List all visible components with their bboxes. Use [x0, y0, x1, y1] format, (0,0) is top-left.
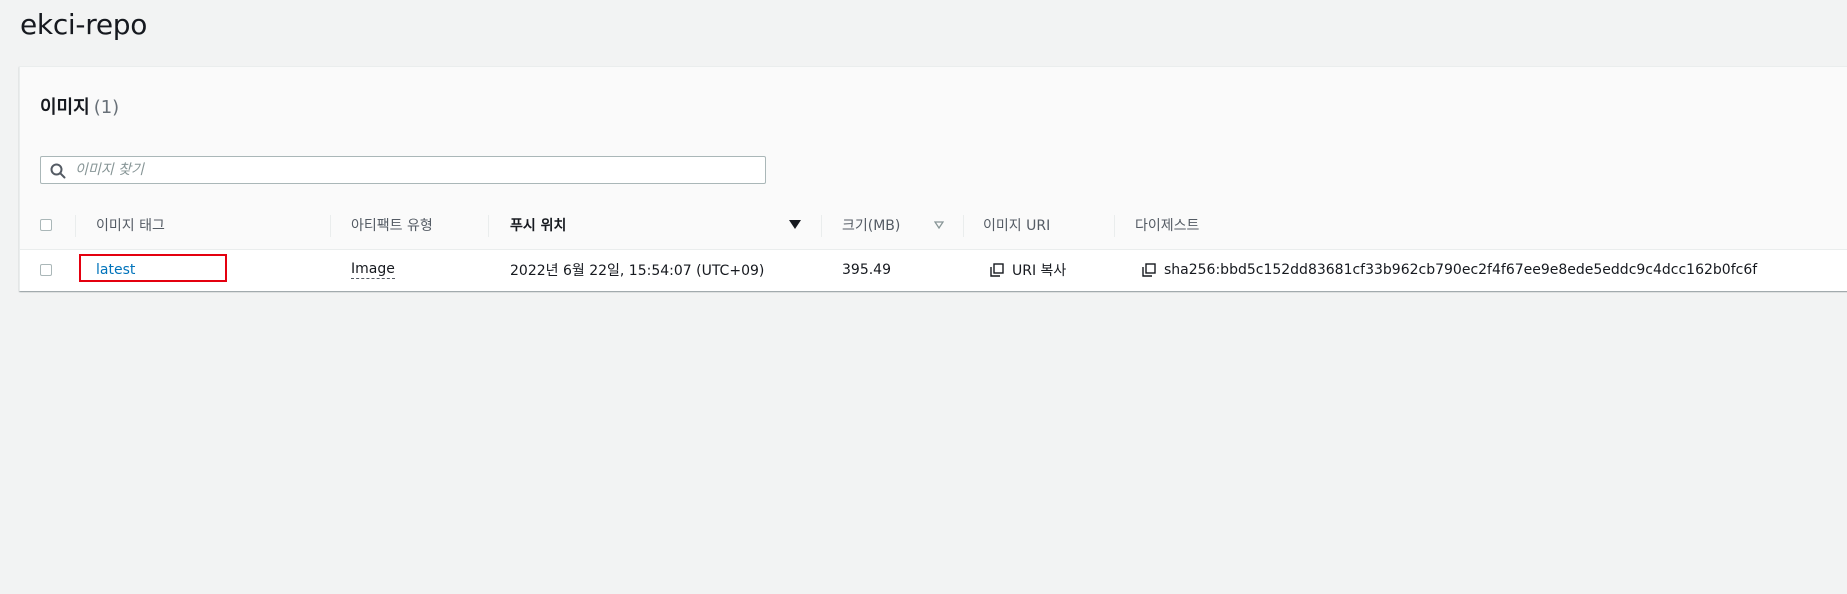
copy-icon: [990, 263, 1004, 277]
copy-uri-button[interactable]: URI 복사: [990, 250, 1066, 290]
size-value: 395.49: [842, 262, 891, 278]
column-divider[interactable]: [963, 215, 964, 237]
digest-value: sha256:bbd5c152dd83681cf33b962cb790ec2f4…: [1164, 262, 1758, 278]
copy-uri-label: URI 복사: [1012, 263, 1067, 279]
column-divider[interactable]: [1114, 215, 1115, 237]
select-all-cell: [40, 201, 52, 249]
images-table-header: 이미지 태그 아티팩트 유형 푸시 위치 크기(MB) 이미지 URI 다이제스…: [20, 201, 1847, 250]
column-divider[interactable]: [821, 215, 822, 237]
pushed-at-value: 2022년 6월 22일, 15:54:07 (UTC+09): [510, 263, 765, 279]
row-select-cell: [40, 250, 52, 290]
row-select-checkbox[interactable]: [40, 264, 52, 276]
caret-down-outline-icon[interactable]: [934, 201, 944, 249]
column-header-image-uri[interactable]: 이미지 URI: [983, 201, 1050, 249]
column-header-digest[interactable]: 다이제스트: [1135, 201, 1199, 249]
artifact-type-value[interactable]: Image: [351, 261, 395, 279]
column-header-pushed-at[interactable]: 푸시 위치: [510, 201, 566, 249]
search-icon: [50, 163, 66, 179]
images-panel: 이미지(1) 이미지 태그 아티팩트 유형 푸시 위치 크기(MB) 이미: [19, 66, 1847, 291]
table-row: latest Image 2022년 6월 22일, 15:54:07 (UTC…: [20, 250, 1847, 290]
caret-down-icon[interactable]: [789, 201, 801, 249]
column-header-image-tag[interactable]: 이미지 태그: [96, 201, 165, 249]
image-tag-cell: latest: [96, 250, 135, 290]
copy-digest-button[interactable]: sha256:bbd5c152dd83681cf33b962cb790ec2f4…: [1142, 250, 1757, 290]
copy-icon: [1142, 263, 1156, 277]
column-divider[interactable]: [75, 215, 76, 237]
page-title: ekci-repo: [20, 8, 148, 41]
column-divider[interactable]: [488, 215, 489, 237]
images-panel-header: 이미지 (1): [20, 67, 1847, 202]
artifact-type-cell: Image: [351, 250, 395, 290]
image-tag-link[interactable]: latest: [96, 262, 135, 278]
image-search-input[interactable]: [75, 157, 755, 183]
select-all-checkbox[interactable]: [40, 219, 52, 231]
images-count: (1): [93, 97, 120, 118]
image-search-box[interactable]: [40, 156, 766, 184]
column-header-artifact-type[interactable]: 아티팩트 유형: [351, 201, 433, 249]
images-heading-label: 이미지: [40, 97, 90, 118]
images-heading: 이미지 (1): [40, 93, 119, 119]
column-divider[interactable]: [330, 215, 331, 237]
column-header-size[interactable]: 크기(MB): [842, 201, 900, 249]
